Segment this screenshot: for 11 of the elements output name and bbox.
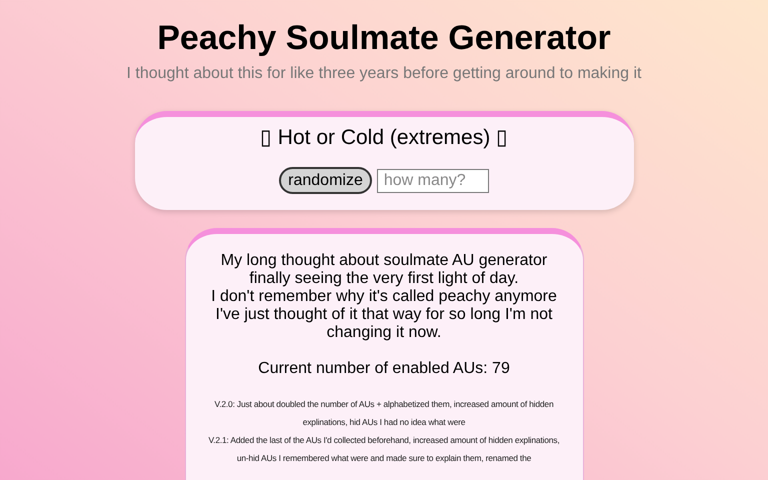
about-paragraph: My long thought about soulmate AU generator finally seeing the very first light of day. (220, 252, 548, 288)
au-count-text: Current number of enabled AUs: 79 (258, 360, 510, 378)
page-title: Peachy Soulmate Generator (157, 18, 611, 58)
result-text: ▯ Hot or Cold (extremes) ▯ (260, 125, 508, 151)
page-subtitle: I thought about this for like three years before getting around to making it (126, 64, 642, 84)
randomize-button[interactable]: randomize (279, 167, 372, 194)
changelog-entry: V.2.0: Just about doubled the number of AUs + alphabetized them, increased amount of hidden explinations, hid AUs I had no idea what were (214, 398, 554, 429)
about-paragraph: I've just thought of it that way for so long I'm not changing it now. (214, 306, 554, 342)
changelog-entry: V.2.1: Added the last of the AUs I'd collected beforehand, increased amount of hidden explinations, un-hid AUs I remembered what were and made sure to explain them, renamed the (208, 434, 560, 465)
about-paragraph: I don't remember why it's called peachy anymore (210, 288, 558, 306)
count-field[interactable]: how many? (376, 168, 489, 192)
